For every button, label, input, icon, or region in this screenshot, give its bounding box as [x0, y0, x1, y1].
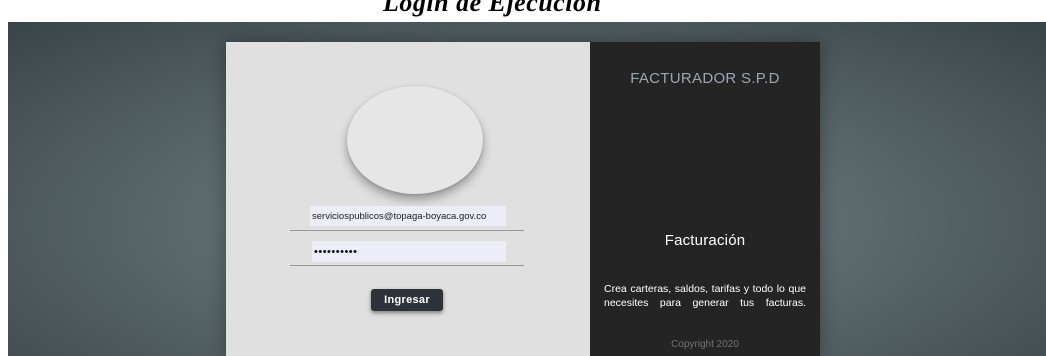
login-form-panel: Ingresar — [226, 42, 590, 356]
password-input[interactable] — [312, 241, 506, 262]
description-text: Crea carteras, saldos, tarifas y todo lo… — [604, 283, 806, 309]
avatar — [347, 86, 483, 194]
email-field — [290, 206, 524, 231]
header-caption: Login de Ejecución — [0, 0, 1046, 22]
copyright-text: Copyright 2020 — [671, 339, 739, 350]
app-title: FACTURADOR S.P.D — [630, 70, 780, 87]
info-panel: FACTURADOR S.P.D Facturación Crea carter… — [590, 42, 820, 356]
password-field — [290, 241, 524, 266]
email-input[interactable] — [310, 206, 506, 226]
login-card: Ingresar FACTURADOR S.P.D Facturación Cr… — [226, 42, 820, 356]
section-title: Facturación — [664, 232, 746, 249]
header-caption-text: Login de Ejecución — [383, 0, 602, 17]
page: Login de Ejecución Ingresar FACTURADOR S… — [0, 0, 1046, 356]
login-button[interactable]: Ingresar — [371, 289, 443, 311]
